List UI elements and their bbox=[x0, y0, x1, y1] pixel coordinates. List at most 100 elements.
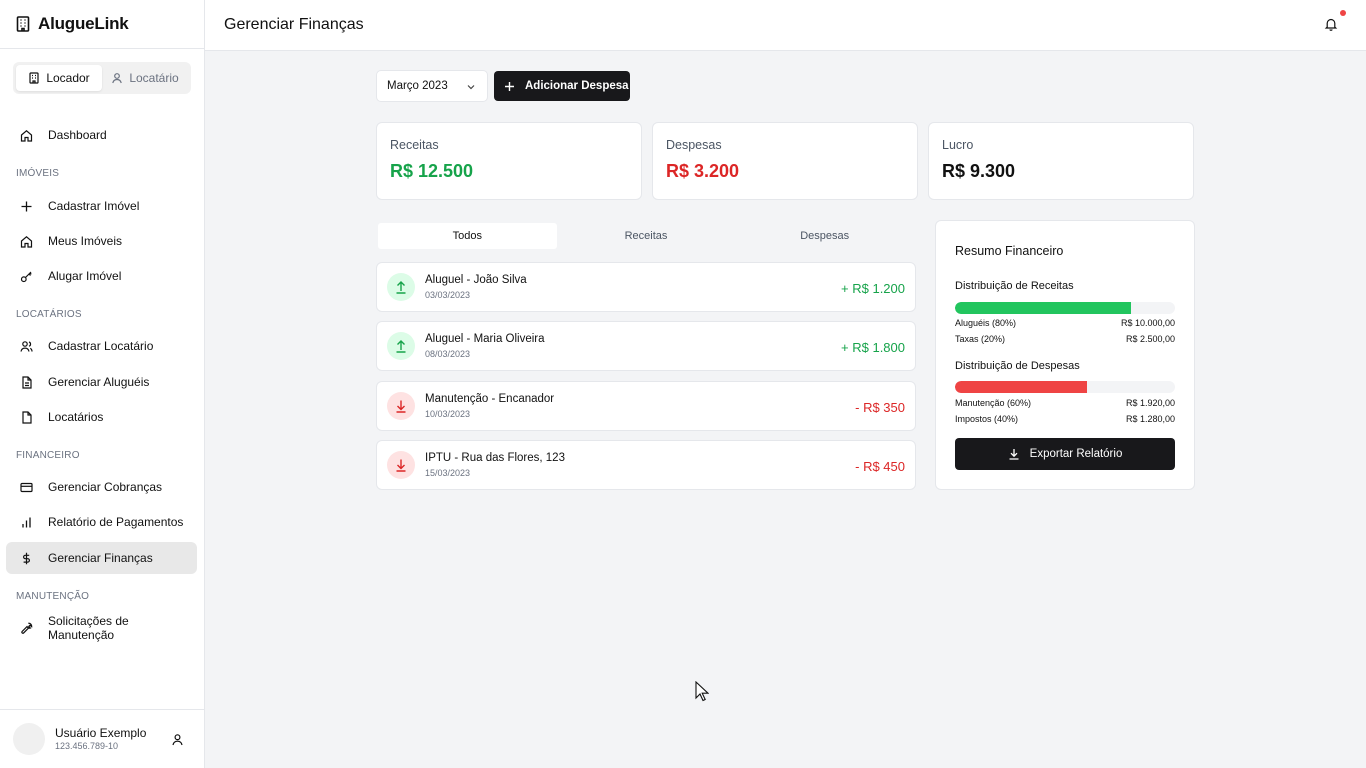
mouse-cursor-icon bbox=[695, 681, 709, 702]
tab-receitas[interactable]: Receitas bbox=[557, 223, 736, 249]
credit-card-icon bbox=[20, 482, 33, 492]
tab-despesas[interactable]: Despesas bbox=[735, 223, 914, 249]
stat-label: Lucro bbox=[942, 138, 974, 152]
wrench-icon bbox=[21, 622, 33, 634]
month-select-value: Março 2023 bbox=[387, 80, 448, 92]
chevron-down-icon bbox=[467, 85, 475, 90]
role-tenant-label: Locatário bbox=[129, 71, 179, 85]
nav-item-gerenciar-cobrancas[interactable]: Gerenciar Cobranças bbox=[6, 471, 197, 503]
expense-row: Impostos (40%) R$ 1.280,00 bbox=[955, 414, 1175, 424]
plus-icon bbox=[21, 201, 32, 211]
nav-item-meus-imoveis[interactable]: Meus Imóveis bbox=[6, 225, 197, 257]
summary-title: Resumo Financeiro bbox=[955, 244, 1064, 258]
income-row-label: Aluguéis (80%) bbox=[955, 318, 1017, 328]
income-distribution-bar bbox=[955, 302, 1175, 314]
dollar-icon bbox=[23, 552, 30, 564]
role-toggle: Locador Locatário bbox=[13, 62, 191, 94]
nav-label: Alugar Imóvel bbox=[48, 269, 122, 283]
transaction-date: 15/03/2023 bbox=[425, 468, 471, 478]
nav-item-gerenciar-financas[interactable]: Gerenciar Finanças bbox=[6, 542, 197, 574]
expense-badge bbox=[387, 451, 415, 479]
document-icon bbox=[22, 375, 32, 389]
expense-row-label: Impostos (40%) bbox=[955, 414, 1019, 424]
income-row: Aluguéis (80%) R$ 10.000,00 bbox=[955, 318, 1175, 328]
role-landlord-button[interactable]: Locador bbox=[16, 65, 102, 91]
transaction-row[interactable]: Manutenção - Encanador 10/03/2023 - R$ 3… bbox=[376, 381, 916, 431]
income-row-label: Taxas (20%) bbox=[955, 334, 1006, 344]
nav-item-relatorio-pagamentos[interactable]: Relatório de Pagamentos bbox=[6, 506, 197, 538]
expense-badge bbox=[387, 392, 415, 420]
nav-label: Cadastrar Locatário bbox=[48, 339, 154, 353]
nav-item-dashboard[interactable]: Dashboard bbox=[6, 119, 197, 151]
nav-label: Gerenciar Cobranças bbox=[48, 480, 163, 494]
month-select[interactable]: Março 2023 bbox=[376, 70, 488, 102]
transaction-title: Manutenção - Encanador bbox=[425, 393, 555, 405]
stat-card-lucro: Lucro R$ 9.300 bbox=[928, 122, 1194, 200]
nav-label: Relatório de Pagamentos bbox=[48, 515, 184, 529]
nav-item-alugar-imovel[interactable]: Alugar Imóvel bbox=[6, 260, 197, 292]
building-icon bbox=[16, 16, 30, 32]
stat-label: Despesas bbox=[666, 138, 722, 152]
transaction-title: Aluguel - João Silva bbox=[425, 274, 527, 286]
add-expense-button[interactable]: Adicionar Despesa bbox=[494, 71, 630, 101]
stat-label: Receitas bbox=[390, 138, 439, 152]
nav-section-manutencao: MANUTENÇÃO bbox=[16, 591, 90, 602]
income-row: Taxas (20%) R$ 2.500,00 bbox=[955, 334, 1175, 344]
brand[interactable]: AlugueLink bbox=[0, 0, 204, 49]
transaction-amount: - R$ 350 bbox=[855, 400, 905, 415]
nav-label: Solicitações de Manutenção bbox=[48, 614, 129, 642]
nav-item-locatarios[interactable]: Locatários bbox=[6, 401, 197, 433]
transaction-amount: + R$ 1.200 bbox=[841, 281, 905, 296]
expense-distribution-bar bbox=[955, 381, 1175, 393]
stat-value: R$ 9.300 bbox=[942, 161, 1016, 181]
income-distribution-fill bbox=[955, 302, 1131, 314]
income-badge bbox=[387, 273, 415, 301]
topbar: Gerenciar Finanças bbox=[205, 0, 1366, 51]
export-report-button[interactable]: Exportar Relatório bbox=[955, 438, 1175, 470]
income-distribution-title: Distribuição de Receitas bbox=[955, 280, 1074, 292]
app-name: AlugueLink bbox=[38, 14, 129, 33]
nav-label: Cadastrar Imóvel bbox=[48, 199, 140, 213]
transaction-date: 03/03/2023 bbox=[425, 290, 471, 300]
nav-label: Gerenciar Aluguéis bbox=[48, 375, 150, 389]
notification-badge bbox=[1340, 10, 1346, 16]
nav-item-cadastrar-locatario[interactable]: Cadastrar Locatário bbox=[6, 330, 197, 362]
user-panel: Usuário Exemplo 123.456.789-10 bbox=[0, 709, 204, 768]
bell-icon[interactable] bbox=[1324, 17, 1338, 31]
nav-section-financeiro: FINANCEIRO bbox=[16, 450, 80, 461]
transaction-tabs: Todos Receitas Despesas bbox=[376, 221, 916, 251]
nav-section-locatarios: LOCATÁRIOS bbox=[16, 309, 82, 320]
bar-chart-icon bbox=[22, 517, 31, 527]
user-name: Usuário Exemplo bbox=[55, 725, 147, 740]
transaction-row[interactable]: IPTU - Rua das Flores, 123 15/03/2023 - … bbox=[376, 440, 916, 490]
users-icon bbox=[20, 340, 33, 352]
user-icon[interactable] bbox=[171, 733, 184, 746]
income-badge bbox=[387, 332, 415, 360]
tab-todos[interactable]: Todos bbox=[378, 223, 557, 249]
nav-item-gerenciar-alugueis[interactable]: Gerenciar Aluguéis bbox=[6, 366, 197, 398]
transaction-amount: - R$ 450 bbox=[855, 459, 905, 474]
role-landlord-label: Locador bbox=[46, 71, 90, 85]
plus-icon bbox=[505, 81, 514, 91]
transaction-title: IPTU - Rua das Flores, 123 bbox=[425, 452, 565, 464]
nav-label: Locatários bbox=[48, 410, 104, 424]
download-icon bbox=[1009, 449, 1019, 460]
expense-distribution-title: Distribuição de Despesas bbox=[955, 360, 1080, 372]
nav-item-cadastrar-imovel[interactable]: Cadastrar Imóvel bbox=[6, 190, 197, 222]
avatar[interactable] bbox=[13, 723, 45, 755]
transaction-date: 08/03/2023 bbox=[425, 349, 471, 359]
transaction-row[interactable]: Aluguel - Maria Oliveira 08/03/2023 + R$… bbox=[376, 321, 916, 371]
expense-row-label: Manutenção (60%) bbox=[955, 398, 1032, 408]
financial-summary: Resumo Financeiro Distribuição de Receit… bbox=[935, 220, 1195, 490]
stat-card-despesas: Despesas R$ 3.200 bbox=[652, 122, 918, 200]
home-icon bbox=[20, 235, 33, 248]
nav-label: Dashboard bbox=[48, 128, 107, 142]
stat-card-receitas: Receitas R$ 12.500 bbox=[376, 122, 642, 200]
file-icon bbox=[22, 410, 32, 424]
stat-value: R$ 3.200 bbox=[666, 161, 740, 181]
transaction-row[interactable]: Aluguel - João Silva 03/03/2023 + R$ 1.2… bbox=[376, 262, 916, 312]
nav-item-solicitacoes-manutencao[interactable]: Solicitações de Manutenção bbox=[6, 612, 197, 644]
export-report-label: Exportar Relatório bbox=[1029, 448, 1123, 460]
role-tenant-button[interactable]: Locatário bbox=[102, 65, 188, 91]
arrow-up-icon bbox=[396, 340, 406, 353]
